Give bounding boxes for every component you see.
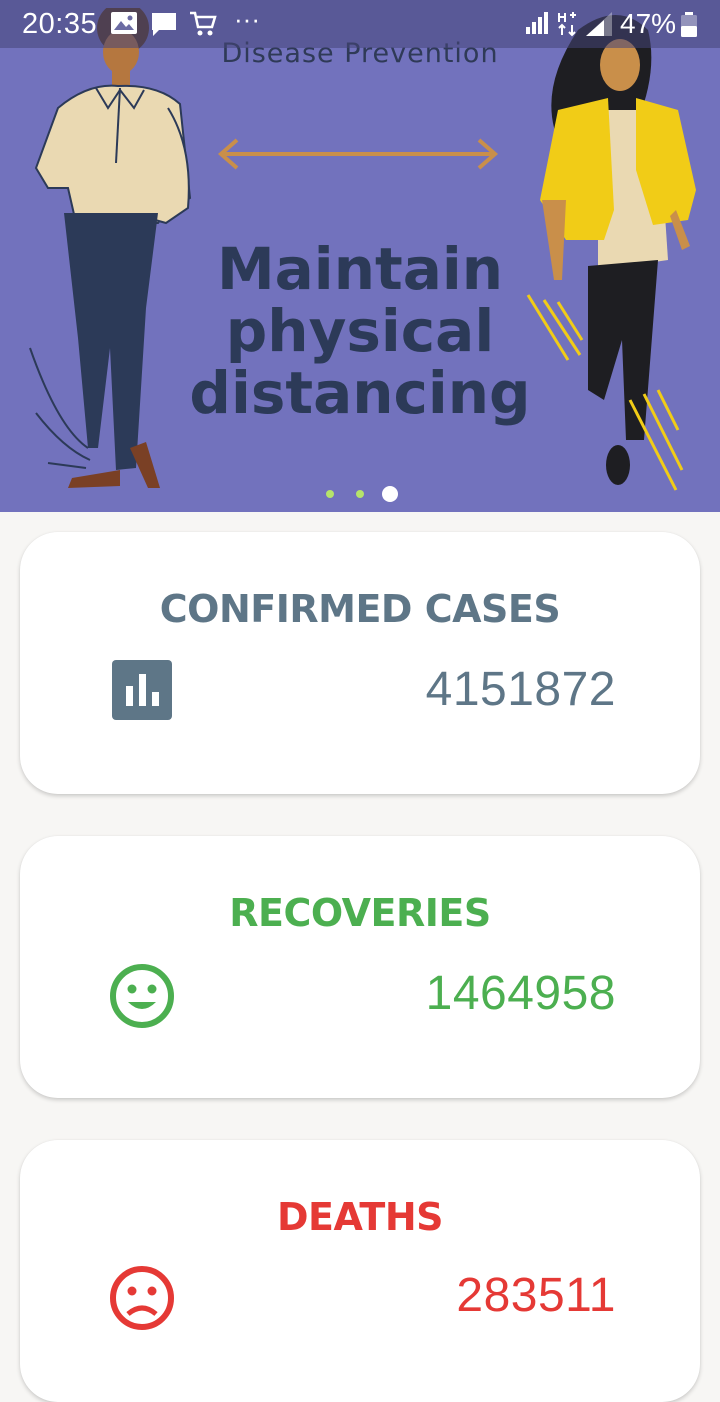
- deaths-card[interactable]: DEATHS 283511: [20, 1140, 700, 1402]
- deaths-title: DEATHS: [276, 1195, 444, 1239]
- banner-headline: Maintain physical distancing: [180, 238, 540, 424]
- distance-arrow-icon: [217, 138, 499, 170]
- carousel-dot-3-active[interactable]: [382, 486, 398, 502]
- confirmed-cases-value: 4151872: [425, 663, 616, 716]
- deaths-value: 283511: [456, 1269, 616, 1322]
- network-type-icon: [556, 10, 580, 43]
- smile-icon: [108, 962, 176, 1035]
- recoveries-card[interactable]: RECOVERIES 1464958: [20, 836, 700, 1098]
- headline-line-1: Maintain: [216, 235, 504, 303]
- sad-face-icon: [108, 1264, 176, 1337]
- message-icon: [150, 10, 178, 43]
- headline-line-2: physical: [225, 297, 495, 365]
- hero-banner[interactable]: 20:35 ··· 47% Disease Prevention Maintai…: [0, 0, 720, 512]
- battery-percent: 47%: [620, 8, 677, 39]
- signal-icon: [524, 10, 550, 41]
- recoveries-value: 1464958: [425, 967, 616, 1020]
- signal-icon-2: [584, 10, 614, 43]
- confirmed-cases-title: CONFIRMED CASES: [159, 587, 561, 631]
- more-notifications-indicator: ···: [234, 4, 260, 34]
- status-bar: 20:35 ··· 47%: [0, 0, 720, 48]
- gallery-icon: [110, 10, 138, 41]
- status-time: 20:35: [22, 8, 98, 40]
- battery-icon: [680, 12, 698, 43]
- headline-line-3: distancing: [189, 359, 531, 427]
- confirmed-cases-card[interactable]: CONFIRMED CASES 4151872: [20, 532, 700, 794]
- shopping-cart-icon: [188, 10, 218, 43]
- person-right-illustration: [526, 15, 696, 491]
- bar-chart-icon: [112, 660, 172, 725]
- recoveries-title: RECOVERIES: [229, 891, 491, 935]
- carousel-dot-1[interactable]: [326, 490, 334, 498]
- carousel-dot-2[interactable]: [356, 490, 364, 498]
- carousel-indicator: [0, 486, 720, 502]
